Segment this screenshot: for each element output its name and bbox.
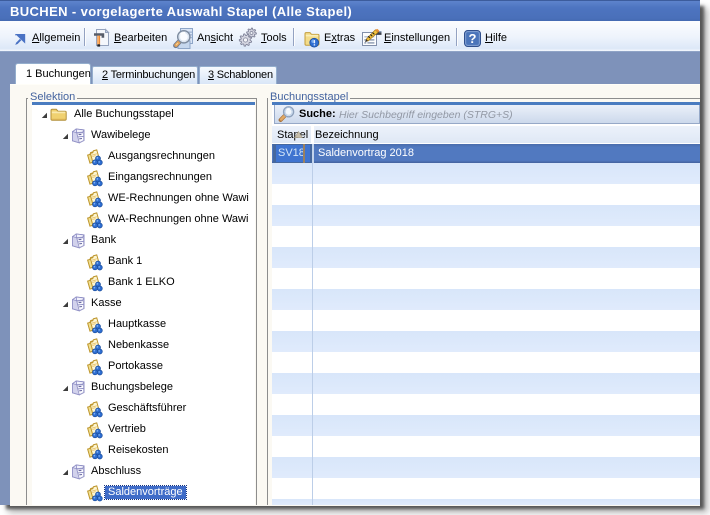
- svg-text:?: ?: [469, 31, 477, 46]
